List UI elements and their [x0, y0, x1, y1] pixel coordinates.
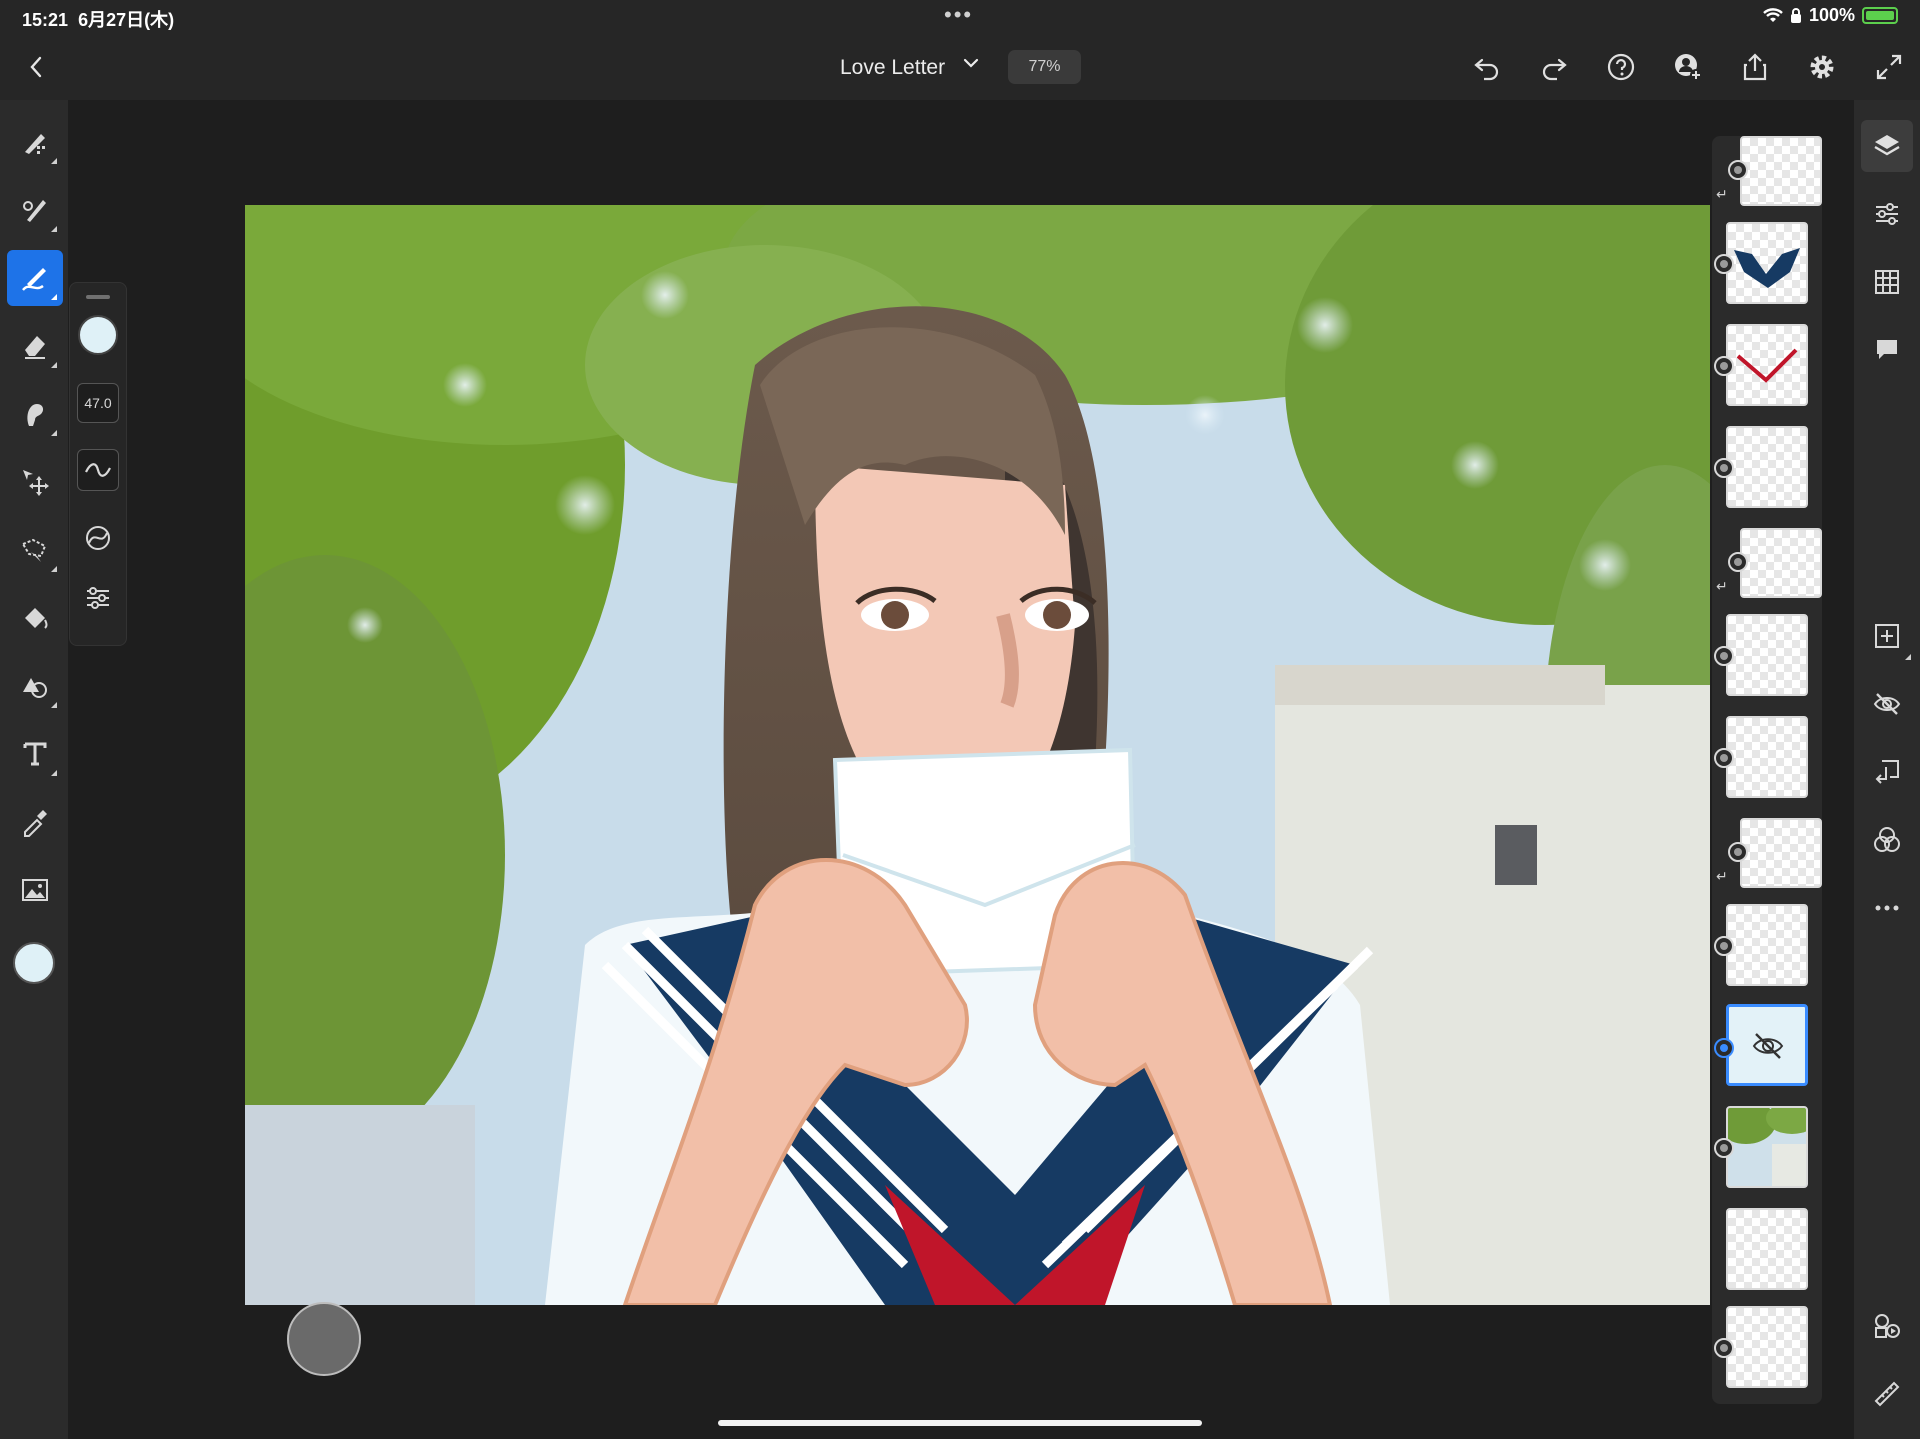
current-color-swatch[interactable]	[13, 942, 55, 984]
ruler-icon[interactable]	[1861, 1368, 1913, 1420]
blend-mode-icon[interactable]	[1861, 814, 1913, 866]
clip-arrow-icon: ↵	[1716, 186, 1728, 202]
brush-adjust-icon[interactable]	[77, 577, 119, 619]
layer-thumb-5[interactable]	[1740, 528, 1822, 598]
brush-options-panel: 47.0	[69, 282, 127, 646]
layer-visibility-10[interactable]	[1714, 1038, 1734, 1058]
artwork	[245, 205, 1710, 1305]
layer-image-badge[interactable]	[1714, 1138, 1734, 1158]
status-indicators: 100%	[1763, 5, 1898, 26]
battery-icon	[1862, 7, 1898, 24]
layer-thumb-7[interactable]	[1726, 716, 1808, 798]
chevron-down-icon[interactable]	[962, 54, 980, 72]
layer-visibility-6[interactable]	[1714, 646, 1734, 666]
brush-color-swatch[interactable]	[78, 315, 118, 355]
move-icon[interactable]	[7, 454, 63, 510]
layer-thumb-ribbon[interactable]	[1726, 324, 1808, 406]
smudge-icon[interactable]	[7, 386, 63, 442]
settings-icon[interactable]	[1803, 48, 1841, 86]
layer-thumb-1[interactable]	[1740, 136, 1822, 206]
layer-thumb-8[interactable]	[1740, 818, 1822, 888]
vector-brush-icon[interactable]	[7, 250, 63, 306]
add-layer-icon[interactable]	[1861, 610, 1913, 662]
layer-visibility-9[interactable]	[1714, 936, 1734, 956]
multitasking-dots[interactable]: •••	[944, 2, 973, 28]
clip-arrow-icon: ↵	[1716, 868, 1728, 884]
merge-down-icon[interactable]	[1861, 746, 1913, 798]
layer-thumb-collar[interactable]	[1726, 222, 1808, 304]
layer-thumb-4[interactable]	[1726, 426, 1808, 508]
layer-visibility-7[interactable]	[1714, 748, 1734, 768]
layer-visibility-8[interactable]	[1728, 842, 1748, 862]
layer-visibility-2[interactable]	[1714, 254, 1734, 274]
image-icon[interactable]	[7, 862, 63, 918]
layers-icon[interactable]	[1861, 120, 1913, 172]
wifi-icon	[1763, 7, 1783, 24]
live-brush-icon[interactable]	[7, 182, 63, 238]
battery-percent: 100%	[1808, 5, 1855, 25]
home-indicator[interactable]	[718, 1420, 1202, 1426]
eye-hidden-icon	[1751, 1029, 1785, 1063]
lasso-icon[interactable]	[7, 522, 63, 578]
brush-size-field[interactable]: 47.0	[77, 383, 119, 423]
touch-modifier-button[interactable]	[287, 1302, 361, 1376]
status-time-date: 15:21 6月27日(木)	[22, 6, 174, 32]
status-bar: 15:21 6月27日(木) ••• 100%	[0, 0, 1920, 34]
type-icon[interactable]	[7, 726, 63, 782]
panel-handle[interactable]	[86, 295, 110, 299]
more-icon[interactable]	[1861, 882, 1913, 934]
status-time: 15:21	[22, 10, 69, 30]
right-toolbar	[1854, 100, 1920, 1439]
grid-icon[interactable]	[1861, 256, 1913, 308]
clip-arrow-icon: ↵	[1716, 578, 1728, 594]
layer-thumb-photo[interactable]	[1726, 1106, 1808, 1188]
invite-icon[interactable]	[1669, 48, 1707, 86]
fullscreen-icon[interactable]	[1870, 48, 1908, 86]
layer-thumb-13[interactable]	[1726, 1306, 1808, 1388]
zoom-level[interactable]: 77%	[1008, 50, 1081, 84]
eyedropper-icon[interactable]	[7, 794, 63, 850]
layer-visibility-4[interactable]	[1714, 458, 1734, 478]
brush-settings-icon[interactable]	[77, 517, 119, 559]
layer-thumb-hidden[interactable]	[1726, 1004, 1808, 1086]
eraser-icon[interactable]	[7, 318, 63, 374]
layers-panel: ↵ ↵ ↵	[1712, 136, 1822, 1404]
assets-icon[interactable]	[1861, 1300, 1913, 1352]
help-icon[interactable]	[1602, 48, 1640, 86]
hide-layer-icon[interactable]	[1861, 678, 1913, 730]
layer-thumb-6[interactable]	[1726, 614, 1808, 696]
drawing-canvas[interactable]	[245, 205, 1710, 1305]
layer-thumb-9[interactable]	[1726, 904, 1808, 986]
undo-icon[interactable]	[1468, 48, 1506, 86]
comment-icon[interactable]	[1861, 324, 1913, 376]
layer-visibility-1[interactable]	[1728, 160, 1748, 180]
back-button[interactable]	[22, 50, 50, 84]
top-toolbar: Love Letter 77%	[0, 34, 1920, 100]
share-icon[interactable]	[1736, 48, 1774, 86]
chevron-left-icon	[30, 56, 42, 78]
shape-icon[interactable]	[7, 658, 63, 714]
layer-properties-icon[interactable]	[1861, 188, 1913, 240]
redo-icon[interactable]	[1535, 48, 1573, 86]
layer-image-badge-2[interactable]	[1714, 1338, 1734, 1358]
layer-visibility-5[interactable]	[1728, 552, 1748, 572]
status-date: 6月27日(木)	[78, 10, 175, 30]
fill-icon[interactable]	[7, 590, 63, 646]
pixel-brush-icon[interactable]	[7, 114, 63, 170]
top-actions	[1468, 48, 1908, 86]
document-title[interactable]: Love Letter	[840, 56, 945, 80]
layer-visibility-3[interactable]	[1714, 356, 1734, 376]
stroke-smoothing-icon[interactable]	[77, 449, 119, 491]
layer-thumb-12[interactable]	[1726, 1208, 1808, 1290]
left-toolbar	[0, 100, 68, 1439]
lock-rotation-icon	[1790, 7, 1802, 24]
